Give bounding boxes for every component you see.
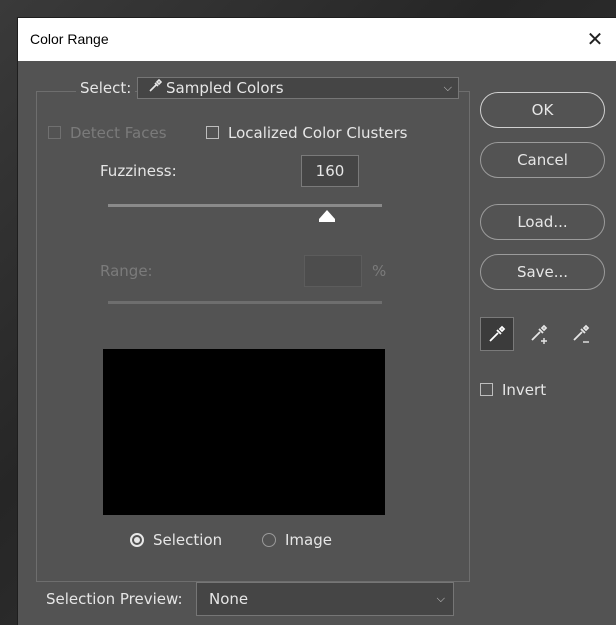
color-range-dialog: Color Range ✕ Select: Sampled Colors ⌵ D… [18, 18, 616, 625]
selection-radio-label: Selection [153, 531, 223, 549]
detect-faces-checkbox [48, 126, 61, 139]
localized-clusters-option[interactable]: Localized Color Clusters [206, 124, 407, 142]
selection-radio-option[interactable]: Selection [130, 531, 222, 549]
ok-button[interactable]: OK [480, 92, 605, 128]
image-radio-label: Image [285, 531, 332, 549]
dialog-title: Color Range [30, 31, 109, 47]
close-icon[interactable]: ✕ [582, 26, 608, 52]
load-button[interactable]: Load... [480, 204, 605, 240]
fuzziness-label: Fuzziness: [100, 162, 177, 180]
fuzziness-field[interactable]: 160 [301, 155, 359, 187]
invert-checkbox[interactable] [480, 383, 493, 396]
image-radio[interactable] [262, 533, 276, 547]
eyedropper-plus-icon[interactable] [523, 317, 557, 351]
range-field [304, 255, 362, 287]
selection-preview-dropdown[interactable]: None ⌵ [196, 582, 454, 616]
localized-clusters-label: Localized Color Clusters [228, 124, 408, 142]
chevron-down-icon: ⌵ [436, 592, 445, 605]
preview-thumbnail [103, 349, 385, 515]
select-dropdown[interactable]: Sampled Colors ⌵ [137, 77, 459, 99]
image-radio-option[interactable]: Image [262, 531, 332, 549]
title-bar: Color Range ✕ [18, 18, 616, 61]
invert-label: Invert [502, 381, 547, 399]
eyedropper-icon [148, 78, 163, 98]
chevron-down-icon: ⌵ [443, 81, 452, 94]
detect-faces-option: Detect Faces [48, 124, 167, 142]
save-button[interactable]: Save... [480, 254, 605, 290]
invert-option[interactable]: Invert [480, 381, 546, 399]
selection-preview-label: Selection Preview: [46, 590, 183, 608]
select-value: Sampled Colors [166, 79, 284, 97]
cancel-button[interactable]: Cancel [480, 142, 605, 178]
fuzziness-slider-thumb[interactable] [319, 210, 336, 222]
localized-clusters-checkbox[interactable] [206, 126, 219, 139]
eyedropper-icon[interactable] [480, 317, 514, 351]
detect-faces-label: Detect Faces [70, 124, 167, 142]
select-label: Select: [76, 79, 136, 97]
range-slider-track [108, 301, 382, 304]
eyedropper-minus-icon[interactable] [565, 317, 599, 351]
selection-preview-value: None [209, 590, 249, 608]
selection-radio[interactable] [130, 533, 144, 547]
fuzziness-slider-track[interactable] [108, 204, 382, 207]
range-unit: % [372, 262, 387, 280]
range-label: Range: [100, 262, 153, 280]
